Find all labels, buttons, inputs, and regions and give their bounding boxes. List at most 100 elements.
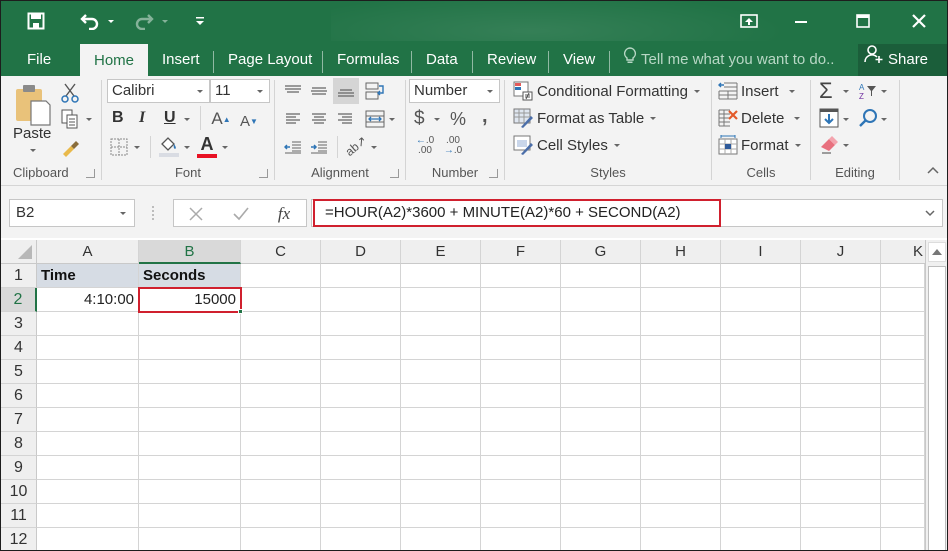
- cell-i11[interactable]: [721, 504, 801, 528]
- cell-b4[interactable]: [139, 336, 241, 360]
- find-select-icon[interactable]: [857, 106, 879, 130]
- cell-g3[interactable]: [561, 312, 641, 336]
- tab-home[interactable]: Home: [80, 44, 148, 76]
- cell-j1[interactable]: [801, 264, 881, 288]
- cell-a9[interactable]: [37, 456, 139, 480]
- cell-g10[interactable]: [561, 480, 641, 504]
- comma-button[interactable]: ,: [482, 105, 488, 128]
- vertical-scrollbar[interactable]: [925, 240, 947, 550]
- cell-c4[interactable]: [241, 336, 321, 360]
- decrease-font-size-icon[interactable]: A ▼: [238, 110, 260, 132]
- cell-b6[interactable]: [139, 384, 241, 408]
- column-header-e[interactable]: E: [401, 240, 481, 264]
- cell-g9[interactable]: [561, 456, 641, 480]
- cell-k2[interactable]: [881, 288, 925, 312]
- cell-k9[interactable]: [881, 456, 925, 480]
- formula-bar-resize-handle[interactable]: [149, 203, 157, 223]
- row-header-2[interactable]: 2: [1, 288, 37, 312]
- cell-b12[interactable]: [139, 528, 241, 550]
- fill-color-icon[interactable]: [157, 134, 181, 158]
- cell-h11[interactable]: [641, 504, 721, 528]
- cell-k3[interactable]: [881, 312, 925, 336]
- row-header-10[interactable]: 10: [1, 480, 37, 504]
- cell-f2[interactable]: [481, 288, 561, 312]
- close-icon[interactable]: [899, 7, 939, 35]
- delete-cells-button[interactable]: Delete: [718, 107, 801, 129]
- cell-e12[interactable]: [401, 528, 481, 550]
- merge-dropdown-icon[interactable]: [387, 114, 397, 124]
- font-color-icon[interactable]: A: [196, 133, 218, 159]
- cell-j6[interactable]: [801, 384, 881, 408]
- select-all-button[interactable]: [1, 240, 37, 264]
- cell-a11[interactable]: [37, 504, 139, 528]
- column-header-d[interactable]: D: [321, 240, 401, 264]
- merge-center-icon[interactable]: [363, 107, 387, 131]
- column-header-f[interactable]: F: [481, 240, 561, 264]
- cell-g11[interactable]: [561, 504, 641, 528]
- cancel-formula-icon[interactable]: [184, 204, 208, 224]
- cell-j3[interactable]: [801, 312, 881, 336]
- cell-h10[interactable]: [641, 480, 721, 504]
- cell-i10[interactable]: [721, 480, 801, 504]
- cell-e3[interactable]: [401, 312, 481, 336]
- fill-handle[interactable]: [238, 309, 243, 314]
- column-header-i[interactable]: I: [721, 240, 801, 264]
- column-header-j[interactable]: J: [801, 240, 881, 264]
- cell-j4[interactable]: [801, 336, 881, 360]
- align-center-icon[interactable]: [307, 108, 331, 130]
- underline-dropdown-icon[interactable]: [182, 114, 192, 124]
- cell-f8[interactable]: [481, 432, 561, 456]
- format-cells-button[interactable]: Format: [718, 134, 801, 156]
- cell-h5[interactable]: [641, 360, 721, 384]
- cell-b5[interactable]: [139, 360, 241, 384]
- cell-c3[interactable]: [241, 312, 321, 336]
- cell-c5[interactable]: [241, 360, 321, 384]
- align-left-icon[interactable]: [281, 108, 305, 130]
- cell-b3[interactable]: [139, 312, 241, 336]
- number-format-dropdown-icon[interactable]: [487, 90, 493, 93]
- cell-j2[interactable]: [801, 288, 881, 312]
- cell-e4[interactable]: [401, 336, 481, 360]
- font-dialog-launcher[interactable]: [259, 169, 268, 178]
- cell-d9[interactable]: [321, 456, 401, 480]
- cell-d10[interactable]: [321, 480, 401, 504]
- font-name-combo[interactable]: Calibri: [107, 79, 210, 103]
- cell-i12[interactable]: [721, 528, 801, 550]
- cell-e2[interactable]: [401, 288, 481, 312]
- share-button[interactable]: Share: [858, 44, 947, 76]
- maximize-icon[interactable]: [843, 7, 883, 35]
- font-color-dropdown-icon[interactable]: [220, 142, 230, 152]
- sort-filter-icon[interactable]: AZ: [857, 80, 879, 102]
- tab-review[interactable]: Review: [477, 43, 546, 76]
- find-select-dropdown-icon[interactable]: [879, 114, 889, 124]
- formula-text[interactable]: =HOUR(A2)*3600 + MINUTE(A2)*60 + SECOND(…: [313, 199, 721, 227]
- font-size-combo[interactable]: 11: [210, 79, 270, 103]
- redo-icon[interactable]: [131, 9, 157, 33]
- column-header-b[interactable]: B: [139, 240, 241, 264]
- column-header-a[interactable]: A: [37, 240, 139, 264]
- conditional-formatting-button[interactable]: Conditional Formatting: [513, 80, 700, 102]
- cell-h8[interactable]: [641, 432, 721, 456]
- cell-k12[interactable]: [881, 528, 925, 550]
- cell-a10[interactable]: [37, 480, 139, 504]
- fill-icon[interactable]: [817, 106, 841, 130]
- cell-c9[interactable]: [241, 456, 321, 480]
- row-header-9[interactable]: 9: [1, 456, 37, 480]
- undo-dropdown-icon[interactable]: [105, 9, 117, 33]
- cell-g12[interactable]: [561, 528, 641, 550]
- cell-h4[interactable]: [641, 336, 721, 360]
- cell-h9[interactable]: [641, 456, 721, 480]
- cell-f10[interactable]: [481, 480, 561, 504]
- autosum-button[interactable]: Σ: [819, 78, 833, 104]
- cell-a4[interactable]: [37, 336, 139, 360]
- cell-g5[interactable]: [561, 360, 641, 384]
- paste-icon[interactable]: [13, 82, 53, 128]
- italic-button[interactable]: I: [139, 109, 145, 127]
- column-header-k[interactable]: K: [881, 240, 925, 264]
- row-header-6[interactable]: 6: [1, 384, 37, 408]
- cell-k1[interactable]: [881, 264, 925, 288]
- align-right-icon[interactable]: [333, 108, 357, 130]
- cell-k8[interactable]: [881, 432, 925, 456]
- cut-icon[interactable]: [59, 82, 81, 104]
- cell-d5[interactable]: [321, 360, 401, 384]
